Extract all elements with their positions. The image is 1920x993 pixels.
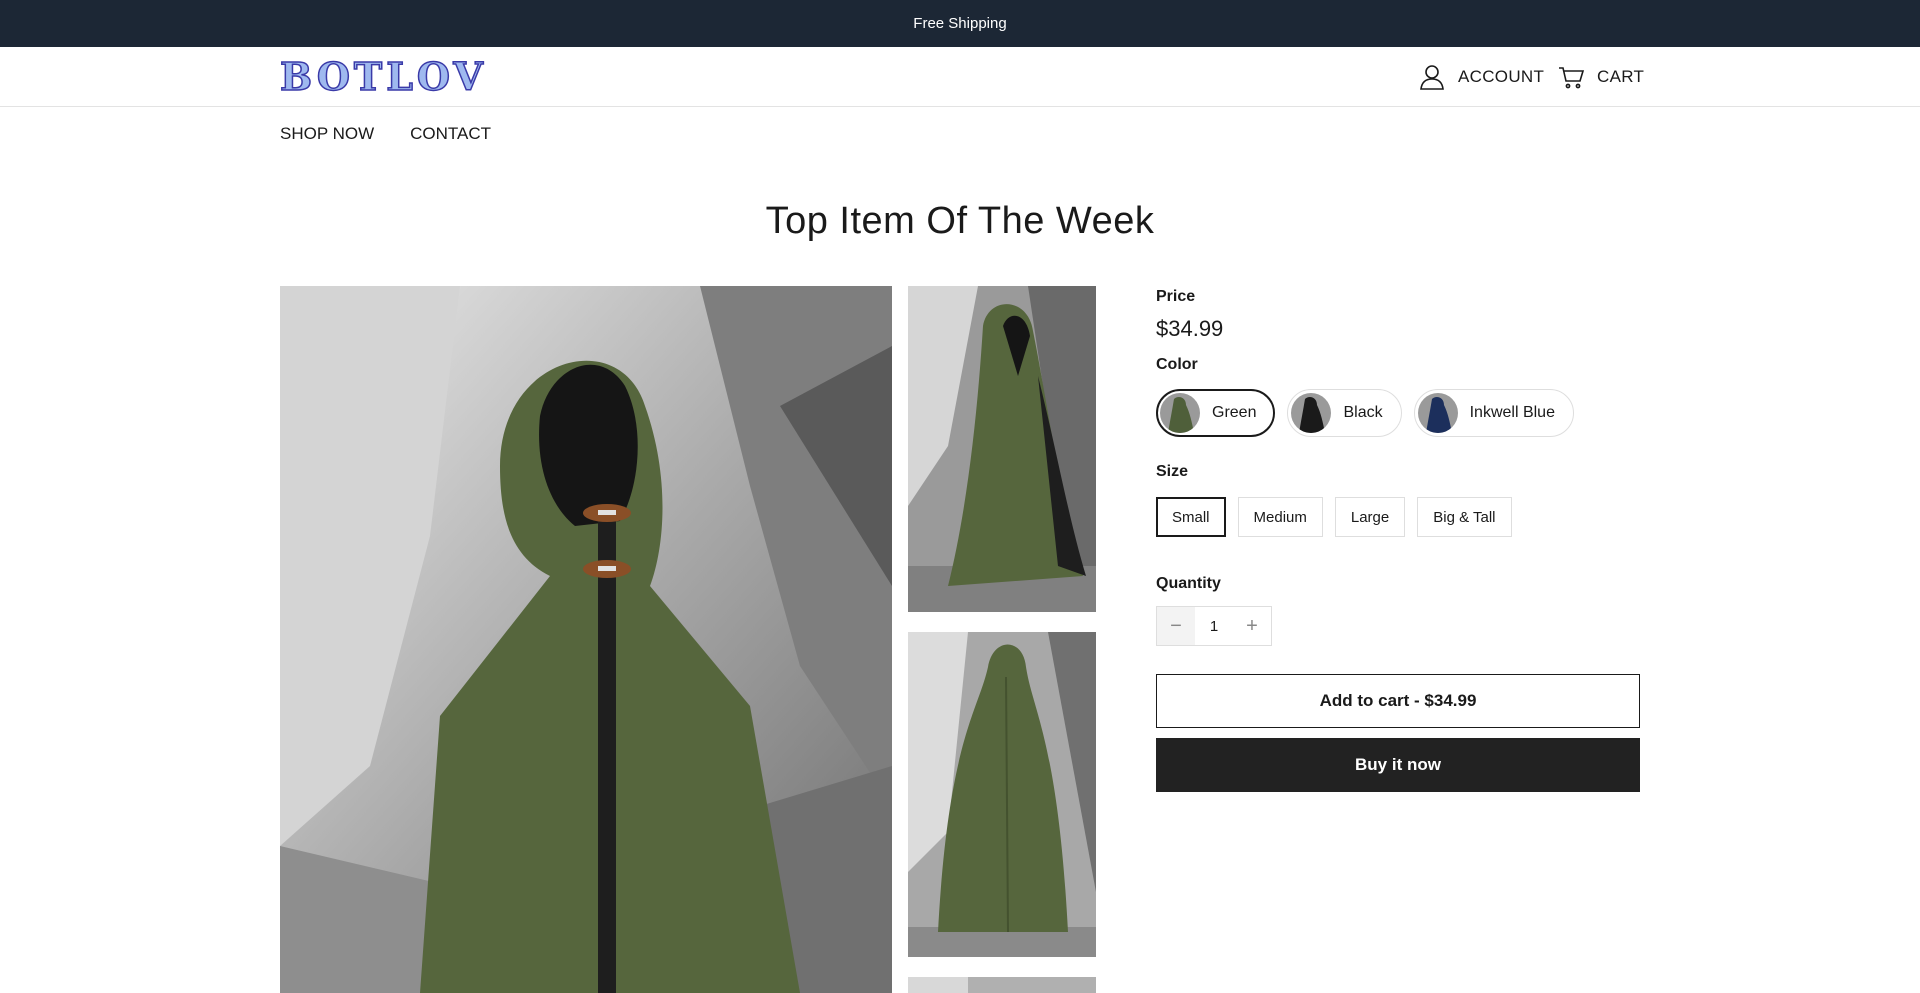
color-option-green[interactable]: Green [1156,389,1276,437]
announcement-bar: Free Shipping [0,0,1920,47]
account-icon [1420,65,1444,90]
cart-label: CART [1597,67,1645,86]
product-price: $34.99 [1156,316,1224,341]
color-label: Color [1156,356,1198,373]
size-option-medium[interactable]: Medium [1237,497,1323,537]
size-option-big-tall[interactable]: Big & Tall [1417,497,1512,537]
quantity-label: Quantity [1156,575,1221,592]
cart-link[interactable]: CART [1557,61,1644,93]
color-option-label: Inkwell Blue [1469,404,1555,421]
size-label: Size [1156,463,1189,480]
add-to-cart-button[interactable]: Add to cart - $34.99 [1156,674,1640,728]
product-thumbnail-2[interactable] [908,632,1096,957]
size-options: Small Medium Large Big & Tall [1156,497,1512,537]
quantity-stepper: − 1 + [1156,606,1272,646]
nav-shop-now[interactable]: SHOP NOW [280,124,374,144]
main-nav: SHOP NOW CONTACT [280,124,491,144]
cart-icon [1559,67,1585,89]
account-label: ACCOUNT [1458,67,1545,86]
plus-icon[interactable]: + [1233,607,1271,645]
store-logo[interactable]: BOTLOV [279,56,487,98]
product-thumbnail-3[interactable] [908,977,1096,993]
green-swatch-icon [1160,393,1200,433]
black-swatch-icon [1291,393,1332,433]
minus-icon[interactable]: − [1157,607,1195,645]
size-option-large[interactable]: Large [1334,497,1406,537]
color-option-label: Black [1343,404,1383,421]
section-title: Top Item Of The Week [765,200,1155,242]
buy-it-now-button[interactable]: Buy it now [1156,738,1640,792]
product-main-image[interactable] [280,286,892,993]
quantity-input[interactable]: 1 [1195,618,1233,635]
color-option-black[interactable]: Black [1287,389,1402,437]
color-options: Green Black Inkwell Blue [1156,389,1574,437]
account-link[interactable]: ACCOUNT [1418,61,1544,93]
size-option-small[interactable]: Small [1156,497,1226,537]
site-header: BOTLOV ACCOUNT CART [0,47,1920,107]
price-label: Price [1156,288,1196,305]
product-thumbnail-1[interactable] [908,286,1096,612]
nav-contact[interactable]: CONTACT [410,124,491,144]
inkwell-blue-swatch-icon [1417,393,1458,433]
color-option-inkwell-blue[interactable]: Inkwell Blue [1413,389,1574,437]
announcement-text: Free Shipping [913,15,1007,32]
color-option-label: Green [1212,404,1257,421]
